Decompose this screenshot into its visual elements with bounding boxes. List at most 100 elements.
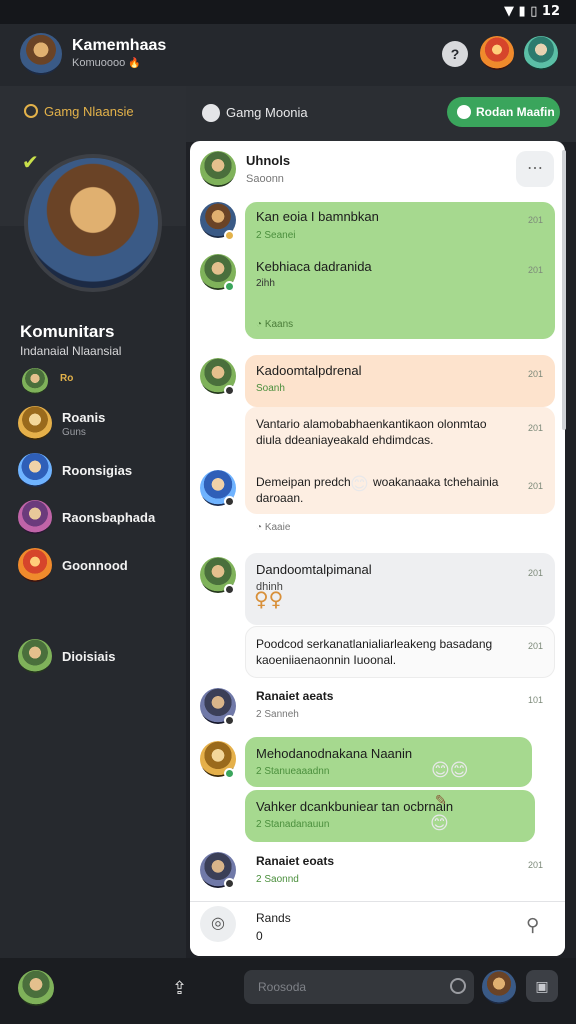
user-avatar[interactable]: [20, 33, 62, 75]
share-icon[interactable]: ⇪: [172, 978, 187, 999]
online-status-dot: [224, 878, 235, 889]
community-title: Komunitars: [20, 322, 115, 341]
message-sub: 2 Saonnd: [256, 874, 299, 885]
sidebar-item-label: Raonsbaphada: [62, 510, 156, 525]
footer-text: Kaans: [264, 319, 294, 330]
online-status-dot: [224, 584, 235, 595]
message-time: 201: [528, 215, 544, 225]
header-subtitle: Komuoooo 🔥: [72, 57, 141, 69]
game-icon: [202, 104, 220, 122]
bottom-avatar[interactable]: [482, 970, 516, 1004]
footer-text: Kaaie: [264, 522, 291, 533]
scrollbar[interactable]: [562, 150, 566, 430]
sidebar-section-header[interactable]: Gamg Nlaansie: [0, 86, 186, 138]
message-bubble[interactable]: [245, 790, 535, 842]
message-title: Ranaiet eoats: [256, 854, 335, 868]
community-hero-image[interactable]: [24, 154, 162, 292]
wifi-icon: ▼: [504, 4, 514, 19]
message-input-placeholder: Roosoda: [258, 980, 307, 994]
header-subtitle-text: Komuoooo: [72, 57, 126, 69]
message-title: Dandoomtalpimanal: [256, 562, 372, 577]
message-time: 201: [528, 265, 544, 275]
message-title: Kebhiaca dadranida: [256, 259, 372, 274]
member-avatar-small[interactable]: [22, 368, 48, 394]
app-header: Kamemhaas Komuoooo 🔥 ?: [0, 24, 576, 86]
message-time: 201: [528, 423, 544, 433]
sidebar-item-roanis[interactable]: Roanis Guns: [18, 406, 178, 442]
mention-icon[interactable]: ⚲: [526, 915, 539, 936]
message-title: Kan eoia I bamnbkan: [256, 209, 379, 224]
sidebar-item-label: Goonnood: [62, 558, 128, 573]
community-icon: [24, 104, 38, 118]
sidebar: Gamg Nlaansie ✔ Komunitars Indanaial Nla…: [0, 86, 186, 1024]
message-time: 201: [528, 568, 544, 578]
check-circle-icon: [457, 105, 471, 119]
message-line: daroaan.: [256, 491, 304, 505]
compose-input[interactable]: 0: [256, 929, 263, 943]
sidebar-section-label: Gamg Nlaansie: [44, 104, 134, 119]
message-bubble[interactable]: [245, 737, 532, 787]
message-line: Demeipan predch: [256, 475, 351, 489]
battery-icon: ▯: [530, 4, 538, 19]
header-title: Kamemhaas: [72, 37, 167, 54]
status-bar: ▼ ▮ ▯ 12: [0, 0, 576, 24]
profile-avatar-bottom[interactable]: [18, 970, 54, 1006]
smile-emoji-icon: 😊😊: [431, 760, 469, 781]
message-line: Poodcod serkanatlanialiarleakeng basadan…: [256, 637, 493, 651]
message-line: diula ddeaniayeakald ehdimdcas.: [256, 433, 434, 447]
community-subtitle: Indanaial Nlaansial: [20, 344, 122, 358]
message-footer: ◔ Kaans: [256, 319, 294, 330]
chat-card: Uhnols Saoonn ⋯ Kan eoia I bamnbkan 2 Se…: [190, 141, 565, 956]
message-time: 201: [528, 369, 544, 379]
message-bubble[interactable]: [245, 626, 555, 678]
message-title: Mehodanodnakana Naanin: [256, 746, 413, 761]
message-input[interactable]: Roosoda: [244, 970, 474, 1004]
friend-avatar-2[interactable]: [524, 36, 558, 70]
more-options-button[interactable]: ⋯: [516, 151, 554, 187]
message-sub: 2ihh: [256, 278, 275, 289]
online-status-dot: [224, 768, 235, 779]
compose-area: [190, 901, 565, 956]
message-line: Vantario alamobabhaenkantikaon olonmtao: [256, 417, 487, 431]
sidebar-item-avatar: [18, 548, 52, 582]
sidebar-item-avatar: [18, 639, 52, 673]
online-status-dot: [224, 281, 235, 292]
message-line: woakanaaka tchehainia: [373, 475, 499, 489]
message-sub: 2 Stanueaaadnn: [256, 766, 330, 777]
balloon-emoji-icon: ♀♀: [254, 587, 284, 611]
message-time: 101: [528, 695, 544, 705]
chat-owner-avatar[interactable]: [200, 151, 236, 187]
action-button-label: Rodan Maafin: [476, 105, 555, 119]
member-badge: Ro: [60, 373, 74, 384]
camera-button[interactable]: ◎: [200, 906, 236, 942]
sidebar-item-roonsigias[interactable]: Roonsigias: [18, 453, 178, 489]
sidebar-item-avatar: [18, 406, 52, 440]
help-button[interactable]: ?: [442, 41, 468, 67]
sidebar-item-label: Roonsigias: [62, 463, 133, 478]
sidebar-item-goonnood[interactable]: Goonnood: [18, 548, 178, 584]
clock: 12: [541, 4, 560, 19]
message-sub: 2 Seanei: [256, 230, 296, 241]
online-status-dot: [224, 385, 235, 396]
message-sub: Soanh: [256, 383, 285, 394]
chat-owner-sub: Saoonn: [246, 173, 284, 185]
emoji-button-icon[interactable]: [450, 978, 466, 994]
sidebar-item-dioisiais[interactable]: Dioisiais: [18, 639, 178, 675]
smile-emoji-icon: 😊: [350, 474, 369, 495]
panel-header: Gamg Moonia Rodan Maafin: [186, 86, 576, 142]
sidebar-item-label: Roanis: [62, 410, 106, 425]
send-button[interactable]: ▣: [526, 970, 558, 1002]
chat-owner-name: Uhnols: [246, 153, 291, 168]
action-button[interactable]: Rodan Maafin: [447, 97, 560, 127]
fire-icon: 🔥: [128, 58, 141, 69]
online-status-dot: [224, 715, 235, 726]
friend-avatar-1[interactable]: [480, 36, 514, 70]
online-status-dot: [224, 230, 235, 241]
sidebar-item-raonsbaphada[interactable]: Raonsbaphada: [18, 500, 178, 536]
compose-name: Rands: [256, 911, 291, 925]
message-sub: 2 Stanadanauun: [256, 819, 330, 830]
signal-icon: ▮: [518, 4, 526, 19]
sidebar-item-label: Dioisiais: [62, 649, 116, 664]
message-footer: ◔ Kaaie: [256, 522, 291, 533]
online-status-dot: [224, 496, 235, 507]
